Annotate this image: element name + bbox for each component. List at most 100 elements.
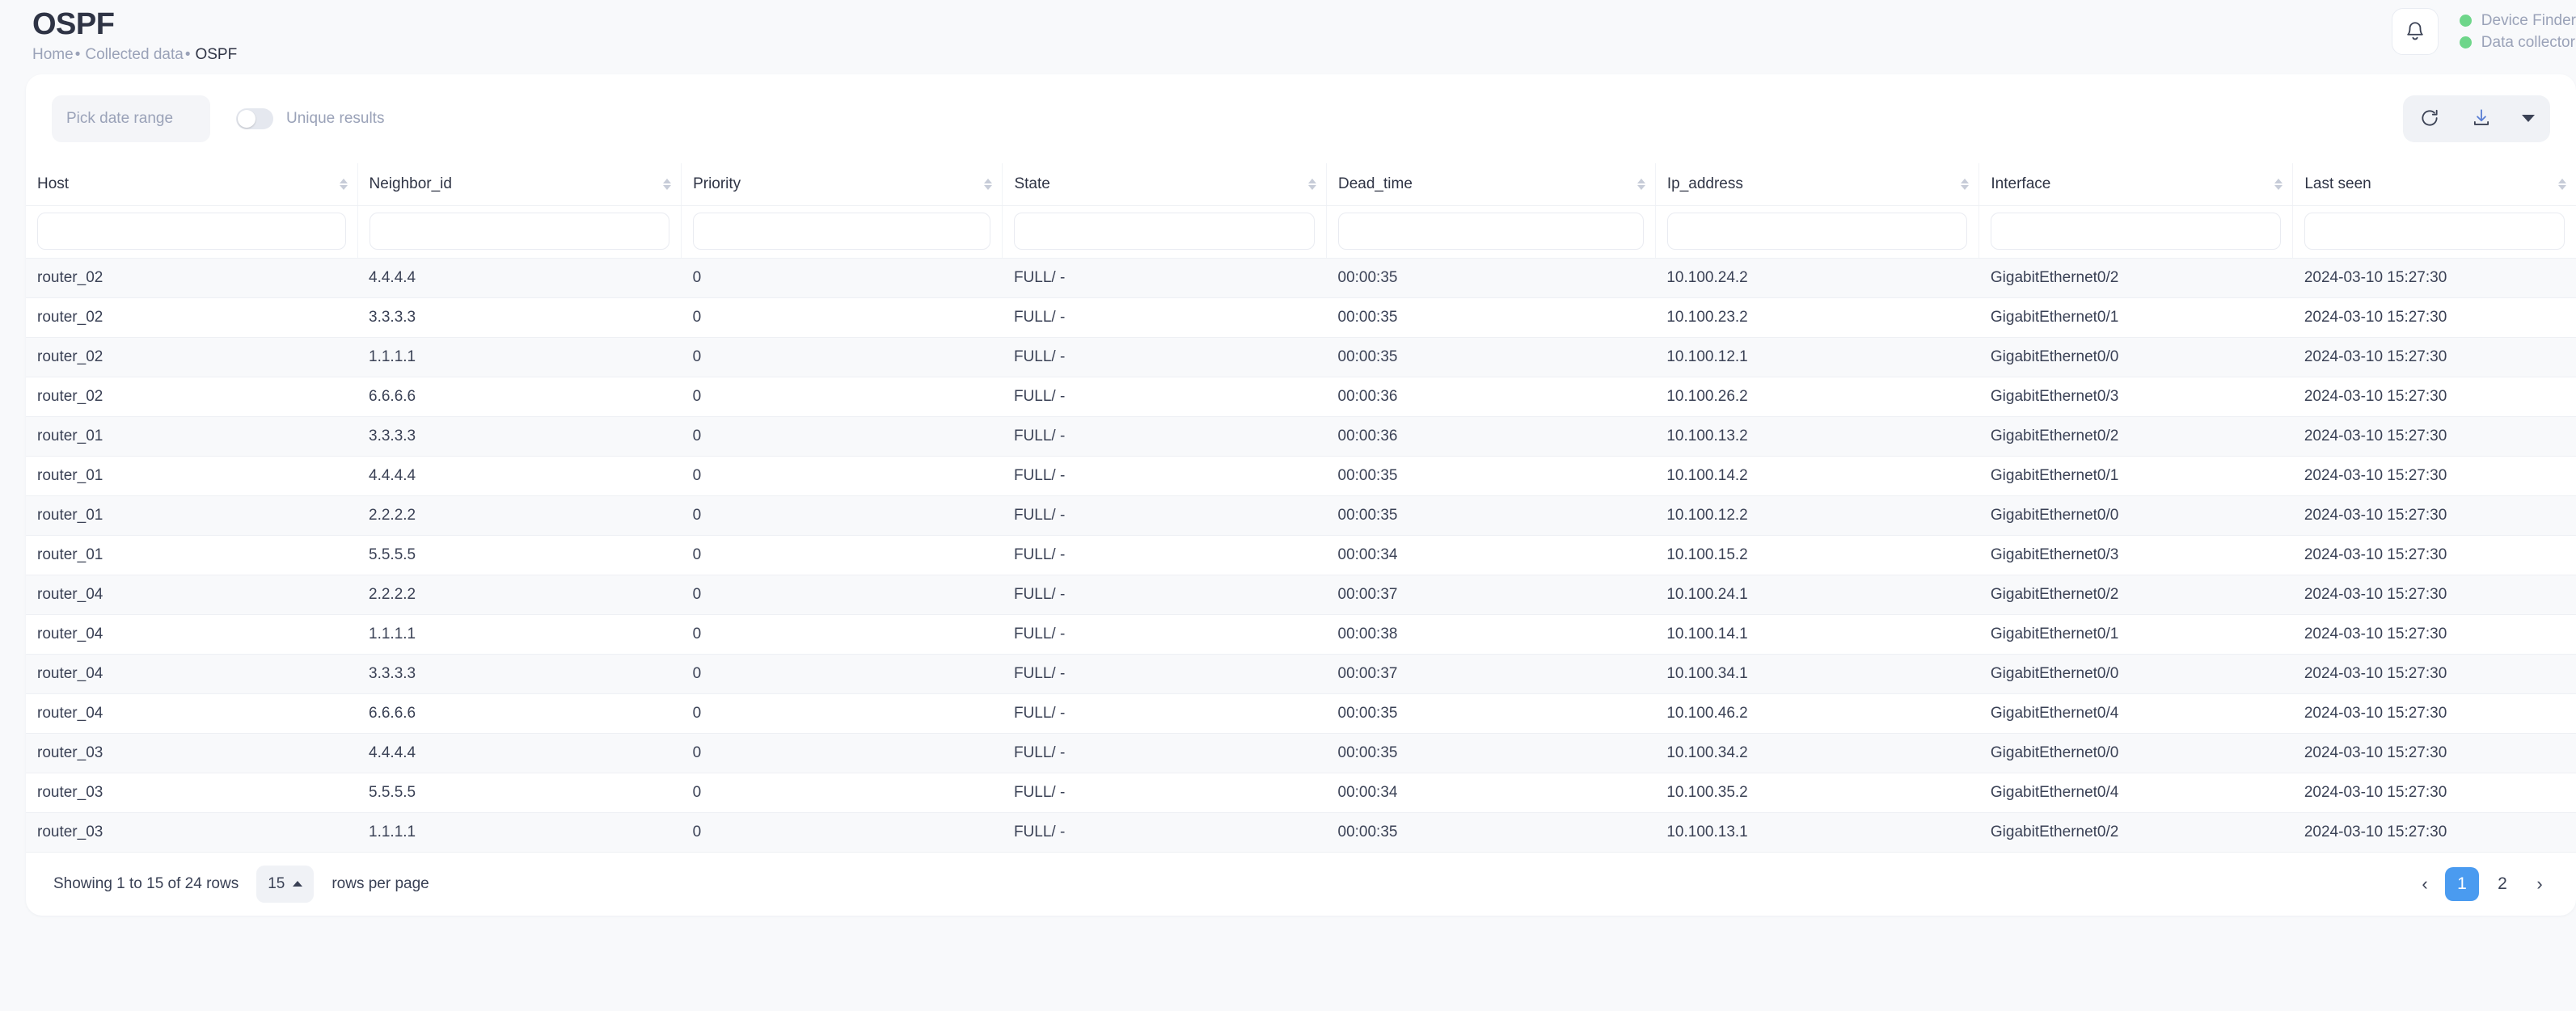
column-header-label: Ip_address (1666, 175, 1743, 192)
sort-icon[interactable] (1961, 178, 1970, 190)
cell-neighbor-id: 5.5.5.5 (357, 773, 682, 813)
table-row[interactable]: router_04 3.3.3.3 0 FULL/ -00:00:37 10.100.3… (26, 654, 2576, 694)
cell-host: router_03 (26, 733, 358, 773)
cell-ip-address: 10.100.24.1 (1655, 575, 1979, 615)
filter-input-last-seen[interactable] (2304, 212, 2565, 250)
table-row[interactable]: router_04 2.2.2.2 0 FULL/ -00:00:37 10.100.2… (26, 575, 2576, 615)
cell-interface: GigabitEthernet0/2 (1978, 416, 2293, 457)
date-range-input[interactable] (52, 95, 210, 142)
column-header-label: Dead_time (1338, 175, 1413, 192)
cell-host: router_04 (26, 693, 358, 734)
cell-priority: 0 (681, 614, 1003, 655)
cell-state: FULL/ - (1002, 495, 1327, 536)
cell-last-seen: 2024-03-10 15:27:30 (2292, 654, 2576, 694)
column-header-state[interactable]: State (1002, 163, 1327, 206)
cell-priority: 0 (681, 297, 1003, 338)
breadcrumb-item-collected-data[interactable]: Collected data (85, 45, 183, 65)
refresh-button[interactable] (2416, 105, 2443, 133)
filter-input-ip-address[interactable] (1666, 212, 1968, 250)
sort-icon[interactable] (1308, 178, 1316, 190)
status-data-collector: Data collector (2459, 34, 2576, 52)
table-row[interactable]: router_03 5.5.5.5 0 FULL/ -00:00:34 10.100.3… (26, 773, 2576, 813)
cell-neighbor-id: 3.3.3.3 (357, 654, 682, 694)
pagination-next-button[interactable]: › (2526, 867, 2553, 901)
cell-neighbor-id: 1.1.1.1 (357, 337, 682, 377)
table-row[interactable]: router_04 6.6.6.6 0 FULL/ -00:00:35 10.100.4… (26, 693, 2576, 734)
cell-host: router_01 (26, 535, 358, 575)
cell-state: FULL/ - (1002, 693, 1327, 734)
cell-neighbor-id: 1.1.1.1 (357, 812, 682, 853)
breadcrumb-separator: • (184, 46, 191, 63)
cell-state: FULL/ - (1002, 377, 1327, 417)
table-row[interactable]: router_01 5.5.5.5 0 FULL/ -00:00:34 10.100.1… (26, 535, 2576, 575)
cell-priority: 0 (681, 812, 1003, 853)
table-row[interactable]: router_02 4.4.4.4 0 FULL/ -00:00:35 10.100.2… (26, 258, 2576, 298)
pagination-page-1[interactable]: 1 (2445, 866, 2479, 901)
breadcrumb-item-home[interactable]: Home (32, 45, 74, 65)
cell-last-seen: 2024-03-10 15:27:30 (2292, 416, 2576, 457)
column-header-host[interactable]: Host (26, 163, 358, 206)
column-header-priority[interactable]: Priority (681, 163, 1003, 206)
cell-last-seen: 2024-03-10 15:27:30 (2292, 456, 2576, 496)
table-row[interactable]: router_01 4.4.4.4 0 FULL/ -00:00:35 10.100.1… (26, 456, 2576, 496)
filter-cell (26, 205, 358, 259)
sort-icon[interactable] (2274, 178, 2283, 190)
cell-ip-address: 10.100.13.2 (1655, 416, 1979, 457)
sort-icon[interactable] (339, 178, 348, 190)
sort-icon[interactable] (984, 178, 993, 190)
pagination-prev-button[interactable]: ‹ (2411, 867, 2439, 901)
cell-state: FULL/ - (1002, 258, 1327, 298)
table-row[interactable]: router_03 4.4.4.4 0 FULL/ -00:00:35 10.100.3… (26, 733, 2576, 773)
filter-input-priority[interactable] (693, 212, 991, 250)
cell-host: router_02 (26, 337, 358, 377)
filter-input-state[interactable] (1014, 212, 1315, 250)
cell-last-seen: 2024-03-10 15:27:30 (2292, 773, 2576, 813)
table-row[interactable]: router_02 3.3.3.3 0 FULL/ -00:00:35 10.100.2… (26, 297, 2576, 338)
pagination-page-2[interactable]: 2 (2485, 867, 2519, 901)
filter-input-interface[interactable] (1991, 212, 2282, 250)
bell-icon (2405, 20, 2426, 43)
table-row[interactable]: router_02 1.1.1.1 0 FULL/ -00:00:35 10.100.1… (26, 337, 2576, 377)
column-header-dead-time[interactable]: Dead_time (1326, 163, 1656, 206)
table-row[interactable]: router_01 3.3.3.3 0 FULL/ -00:00:36 10.100.1… (26, 416, 2576, 457)
unique-results-toggle[interactable] (236, 108, 273, 129)
filter-input-neighbor-id[interactable] (369, 212, 670, 250)
rows-per-page-value: 15 (268, 874, 285, 892)
sort-icon[interactable] (1636, 178, 1645, 190)
table-row[interactable]: router_01 2.2.2.2 0 FULL/ -00:00:35 10.100.1… (26, 495, 2576, 536)
filter-cell (1002, 205, 1327, 259)
cell-ip-address: 10.100.34.1 (1655, 654, 1979, 694)
cell-state: FULL/ - (1002, 654, 1327, 694)
filter-input-dead-time[interactable] (1338, 212, 1644, 250)
cell-ip-address: 10.100.12.1 (1655, 337, 1979, 377)
cell-interface: GigabitEthernet0/1 (1978, 297, 2293, 338)
cell-dead-time: 00:00:35 (1326, 812, 1656, 853)
cell-interface: GigabitEthernet0/0 (1978, 337, 2293, 377)
table-header-row: Host Neighbor_id Priority State Dead_time Ip_… (26, 163, 2576, 206)
sort-icon[interactable] (663, 178, 672, 190)
cell-host: router_02 (26, 258, 358, 298)
notifications-button[interactable] (2391, 8, 2439, 55)
column-header-label: Neighbor_id (369, 175, 452, 192)
table-row[interactable]: router_04 1.1.1.1 0 FULL/ -00:00:38 10.100.1… (26, 614, 2576, 655)
cell-neighbor-id: 3.3.3.3 (357, 297, 682, 338)
column-header-ip-address[interactable]: Ip_address (1654, 163, 1979, 206)
toggle-knob (238, 110, 255, 128)
table-row[interactable]: router_03 1.1.1.1 0 FULL/ -00:00:35 10.100.1… (26, 812, 2576, 853)
cell-dead-time: 00:00:35 (1326, 693, 1656, 734)
filter-input-host[interactable] (37, 212, 346, 250)
column-header-last-seen[interactable]: Last seen (2292, 163, 2576, 206)
cell-ip-address: 10.100.24.2 (1655, 258, 1979, 298)
column-header-interface[interactable]: Interface (1978, 163, 2293, 206)
cell-state: FULL/ - (1002, 733, 1327, 773)
table-row[interactable]: router_02 6.6.6.6 0 FULL/ -00:00:36 10.100.2… (26, 377, 2576, 417)
download-options-caret-button[interactable] (2519, 105, 2537, 133)
column-header-neighbor-id[interactable]: Neighbor_id (357, 163, 682, 206)
unique-results-toggle-wrap: Unique results (236, 108, 384, 129)
cell-priority: 0 (681, 733, 1003, 773)
download-button[interactable] (2468, 105, 2495, 133)
cell-ip-address: 10.100.14.2 (1655, 456, 1979, 496)
sort-icon[interactable] (2558, 178, 2566, 190)
rows-per-page-select[interactable]: 15 (256, 865, 315, 903)
cell-priority: 0 (681, 654, 1003, 694)
